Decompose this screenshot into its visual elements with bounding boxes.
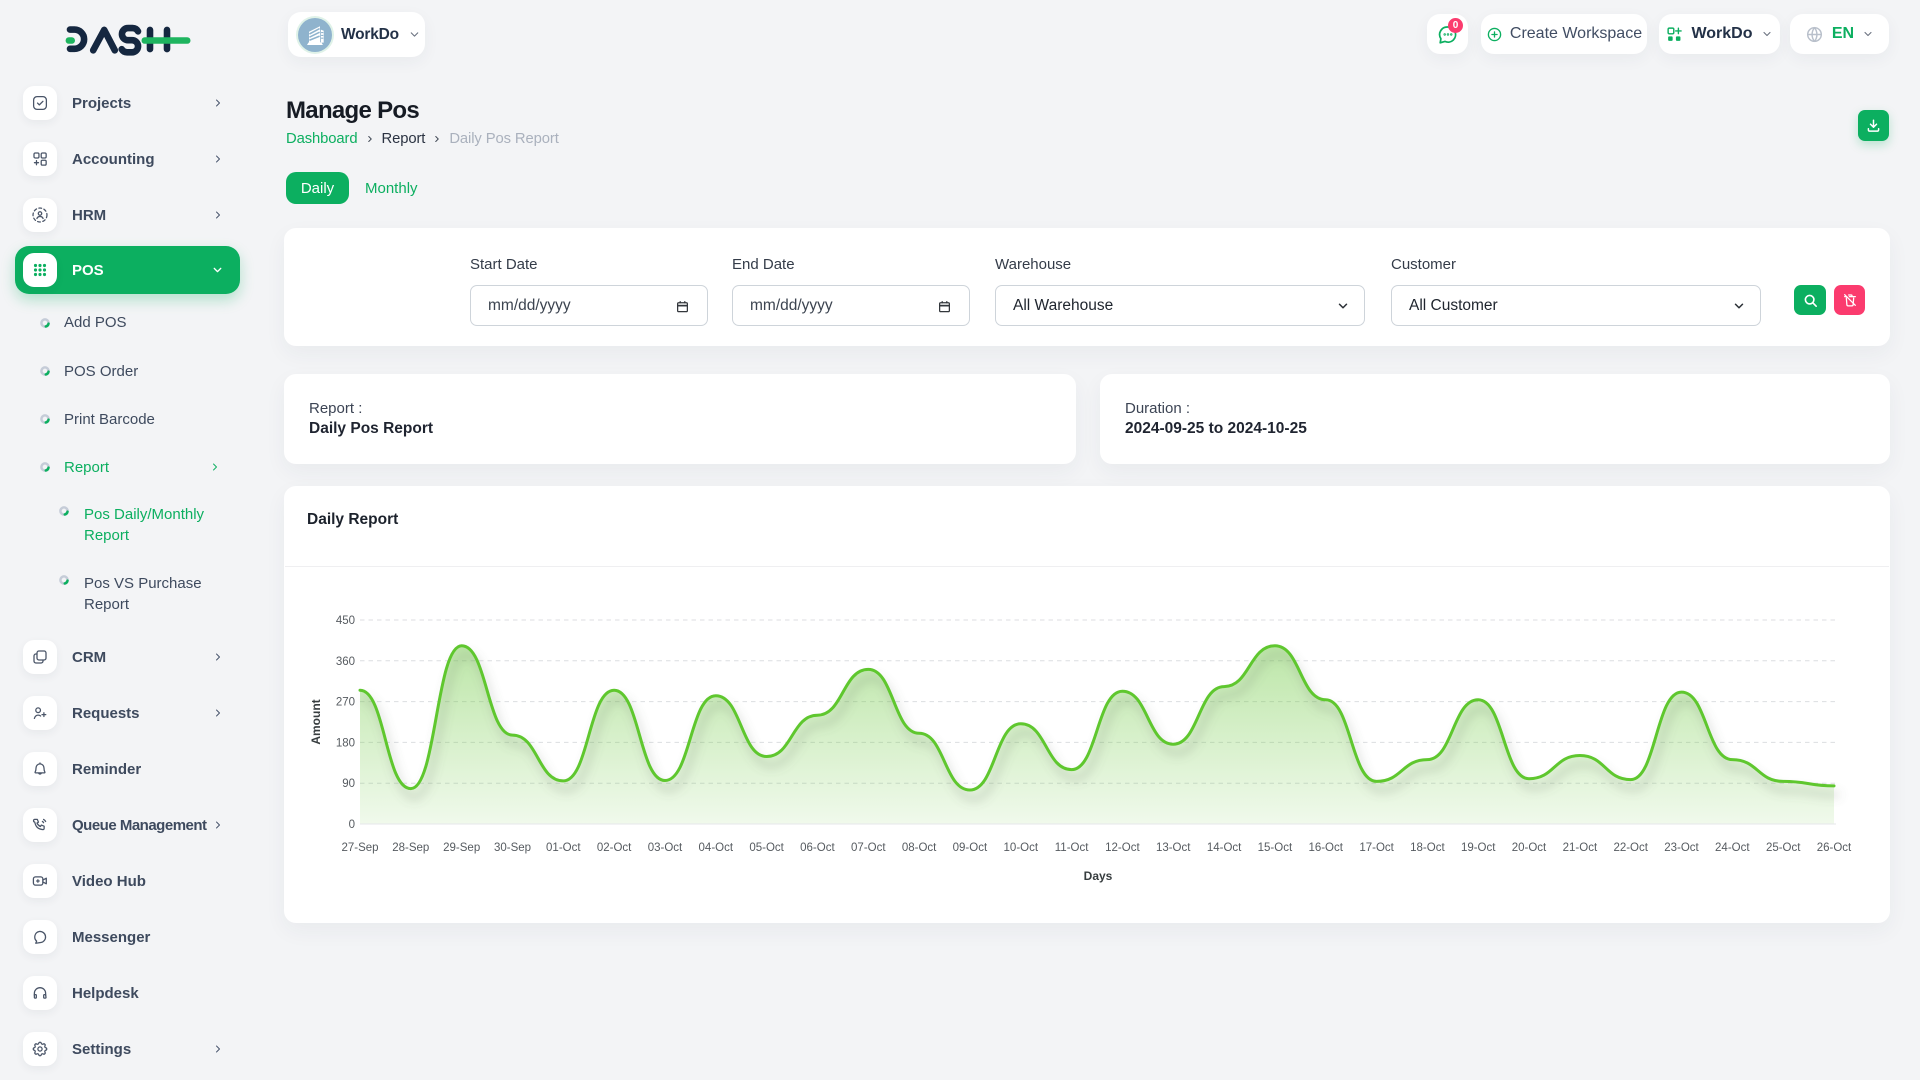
- svg-text:Days: Days: [1084, 869, 1113, 883]
- svg-text:15-Oct: 15-Oct: [1258, 842, 1293, 854]
- svg-text:16-Oct: 16-Oct: [1308, 842, 1343, 854]
- svg-text:450: 450: [336, 615, 355, 627]
- svg-text:18-Oct: 18-Oct: [1410, 842, 1445, 854]
- svg-text:19-Oct: 19-Oct: [1461, 842, 1496, 854]
- svg-text:29-Sep: 29-Sep: [443, 842, 480, 854]
- svg-text:180: 180: [336, 737, 355, 749]
- svg-text:0: 0: [349, 819, 355, 831]
- svg-text:08-Oct: 08-Oct: [902, 842, 937, 854]
- svg-text:07-Oct: 07-Oct: [851, 842, 886, 854]
- svg-text:25-Oct: 25-Oct: [1766, 842, 1801, 854]
- svg-text:17-Oct: 17-Oct: [1359, 842, 1394, 854]
- svg-text:270: 270: [336, 697, 355, 709]
- svg-text:360: 360: [336, 656, 355, 668]
- svg-text:Amount: Amount: [309, 699, 323, 744]
- svg-text:90: 90: [342, 778, 355, 790]
- svg-text:01-Oct: 01-Oct: [546, 842, 581, 854]
- svg-text:11-Oct: 11-Oct: [1055, 842, 1089, 854]
- svg-text:14-Oct: 14-Oct: [1207, 842, 1242, 854]
- svg-text:05-Oct: 05-Oct: [749, 842, 784, 854]
- svg-text:21-Oct: 21-Oct: [1563, 842, 1598, 854]
- svg-text:23-Oct: 23-Oct: [1664, 842, 1699, 854]
- svg-text:20-Oct: 20-Oct: [1512, 842, 1547, 854]
- svg-text:12-Oct: 12-Oct: [1105, 842, 1140, 854]
- svg-text:03-Oct: 03-Oct: [648, 842, 683, 854]
- svg-text:09-Oct: 09-Oct: [953, 842, 988, 854]
- svg-text:02-Oct: 02-Oct: [597, 842, 632, 854]
- svg-text:04-Oct: 04-Oct: [699, 842, 734, 854]
- svg-text:10-Oct: 10-Oct: [1004, 842, 1039, 854]
- svg-text:26-Oct: 26-Oct: [1817, 842, 1852, 854]
- svg-text:13-Oct: 13-Oct: [1156, 842, 1191, 854]
- svg-text:30-Sep: 30-Sep: [494, 842, 531, 854]
- svg-text:24-Oct: 24-Oct: [1715, 842, 1750, 854]
- svg-text:22-Oct: 22-Oct: [1613, 842, 1648, 854]
- svg-text:28-Sep: 28-Sep: [392, 842, 429, 854]
- svg-text:06-Oct: 06-Oct: [800, 842, 835, 854]
- svg-text:27-Sep: 27-Sep: [341, 842, 378, 854]
